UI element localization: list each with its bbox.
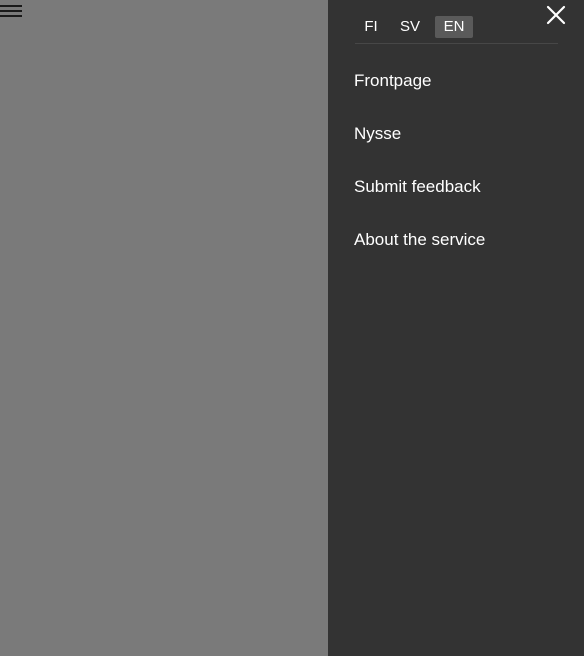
menu-item-about-the-service[interactable]: About the service [354,227,485,280]
backdrop-overlay[interactable] [0,0,328,656]
main-menu: Frontpage Nysse Submit feedback About th… [354,68,485,280]
language-option-fi[interactable]: FI [361,16,381,38]
hamburger-menu-button[interactable] [0,4,24,20]
menu-item-nysse[interactable]: Nysse [354,121,485,174]
page: FI SV EN Frontpage Nysse Submit feedback… [0,0,584,656]
language-selector: FI SV EN [355,0,558,44]
side-drawer: FI SV EN Frontpage Nysse Submit feedback… [328,0,584,656]
language-option-sv[interactable]: SV [397,16,423,38]
language-option-en[interactable]: EN [435,16,473,38]
hamburger-icon [0,5,22,17]
menu-item-submit-feedback[interactable]: Submit feedback [354,174,485,227]
menu-item-frontpage[interactable]: Frontpage [354,68,485,121]
